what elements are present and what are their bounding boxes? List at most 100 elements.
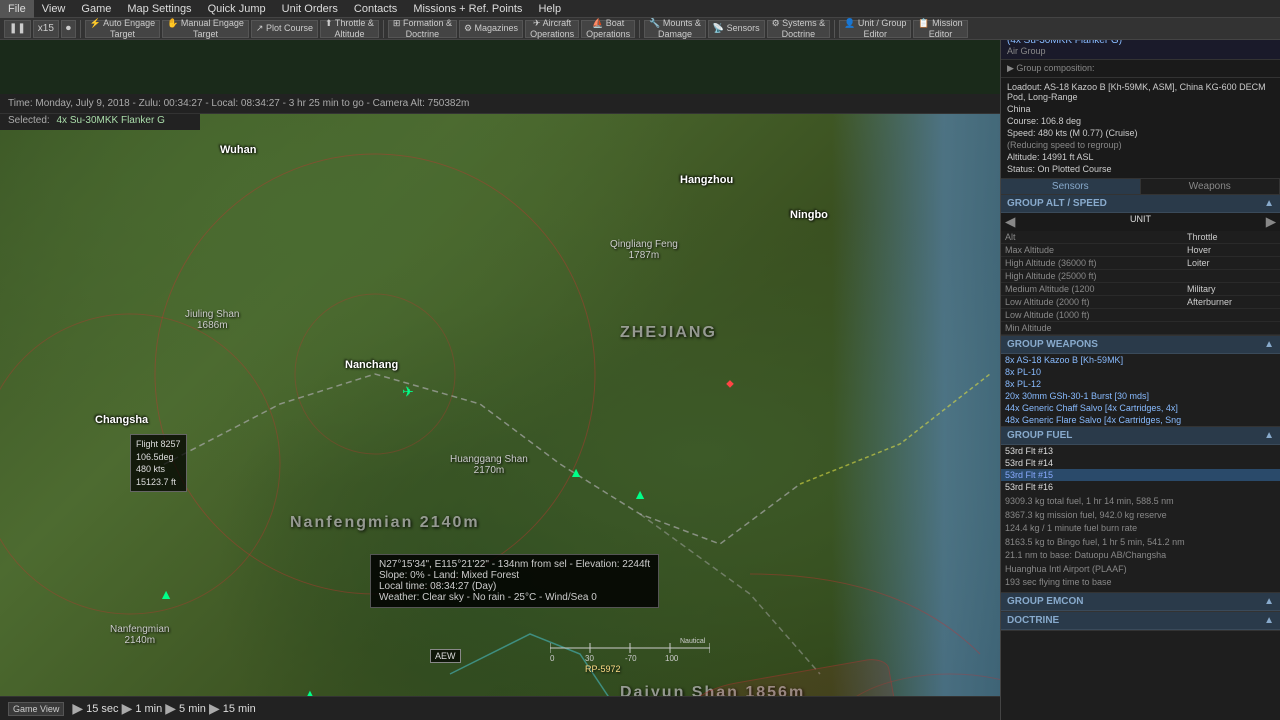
weapons-header[interactable]: GROUP WEAPONS ▲	[1001, 336, 1280, 354]
toolbar-sep-1	[80, 20, 81, 38]
unit-friendly-3[interactable]: ▲	[159, 586, 173, 602]
map-flight-speed: 480 kts	[136, 463, 181, 476]
unit-friendly-1[interactable]: ▲	[569, 464, 583, 480]
unit-hostile-1[interactable]: ◆	[726, 379, 734, 390]
formation-button[interactable]: ⊞ Formation &Doctrine	[388, 20, 457, 38]
unit-friendly-5[interactable]: ▲	[305, 689, 315, 697]
city-changsha: Changsha	[95, 414, 148, 426]
menu-file[interactable]: File	[0, 0, 34, 18]
unit-col-label: UNIT	[1130, 214, 1151, 230]
weapon-item[interactable]: 8x PL-10	[1001, 366, 1280, 378]
fuel-stats: 9309.3 kg total fuel, 1 hr 14 min, 588.5…	[1001, 493, 1280, 592]
alt-row-throttle: Afterburner	[1183, 296, 1280, 309]
auto-engage-button[interactable]: ⚡ Auto EngageTarget	[85, 20, 160, 38]
tooltip-coords: N27°15'34", E115°21'22" - 134nm from sel…	[379, 559, 650, 570]
fuel-unit-row[interactable]: 53rd Flt #16	[1001, 481, 1280, 493]
course-row: Course: 106.8 deg	[1007, 115, 1274, 127]
alt-header: Alt	[1001, 231, 1183, 244]
doctrine-header[interactable]: DOCTRINE ▲	[1001, 612, 1280, 630]
peak-huanggang: Huanggang Shan2170m	[450, 454, 528, 476]
pause-button[interactable]: ❚❚	[4, 20, 31, 38]
alt-table-row[interactable]: Low Altitude (2000 ft)Afterburner	[1001, 296, 1280, 309]
weapon-item[interactable]: 20x 30mm GSh-30-1 Burst [30 mds]	[1001, 390, 1280, 402]
aircraft-ops-button[interactable]: ✈ AircraftOperations	[525, 20, 579, 38]
throttle-button[interactable]: ⬆ Throttle &Altitude	[320, 20, 379, 38]
fuel-section: GROUP FUEL ▲ 53rd Flt #1353rd Flt #1453r…	[1001, 427, 1280, 593]
time-controls: ▶ 15 sec ▶ 1 min ▶ 5 min ▶ 15 min	[72, 700, 255, 717]
alt-table-row[interactable]: Max AltitudeHover	[1001, 244, 1280, 257]
play-1min-button[interactable]: ▶	[122, 700, 133, 717]
menu-map-settings[interactable]: Map Settings	[119, 0, 199, 18]
record-button[interactable]: ⏺	[61, 20, 76, 38]
manual-engage-button[interactable]: ✋ Manual EngageTarget	[162, 20, 249, 38]
menu-view[interactable]: View	[34, 0, 74, 18]
loadout-row: Loadout: AS-18 Kazoo B [Kh-59MK, ASM], C…	[1007, 81, 1274, 103]
tooltip-time: Local time: 08:34:27 (Day)	[379, 581, 650, 592]
fuel-unit-row[interactable]: 53rd Flt #14	[1001, 457, 1280, 469]
peak-qingliang: Qingliang Feng1787m	[610, 239, 678, 261]
alt-table-row[interactable]: High Altitude (25000 ft)	[1001, 270, 1280, 283]
play-15min-button[interactable]: ▶	[209, 700, 220, 717]
alt-table-row[interactable]: Medium Altitude (1200Military	[1001, 283, 1280, 296]
alt-prev-button[interactable]: ◀	[1005, 214, 1015, 230]
alt-next-button[interactable]: ▶	[1266, 214, 1276, 230]
city-hangzhou: Hangzhou	[680, 174, 733, 186]
weapon-item[interactable]: 48x Generic Flare Salvo [4x Cartridges, …	[1001, 414, 1280, 426]
tab-weapons[interactable]: Weapons	[1141, 179, 1280, 194]
sensors-weapons-tabs: Sensors Weapons	[1001, 179, 1280, 195]
throttle-header: Throttle	[1183, 231, 1280, 244]
map-flight-info: Flight 8257 106.5deg 480 kts 15123.7 ft	[130, 434, 187, 492]
weapon-item[interactable]: 8x PL-12	[1001, 378, 1280, 390]
country-row: China	[1007, 103, 1274, 115]
weapons-list: 8x AS-18 Kazoo B [Kh-59MK]8x PL-108x PL-…	[1001, 354, 1280, 426]
boat-ops-button[interactable]: ⛵ BoatOperations	[581, 20, 635, 38]
alt-table-row[interactable]: Min Altitude	[1001, 322, 1280, 335]
tab-sensors[interactable]: Sensors	[1001, 179, 1141, 194]
menu-unit-orders[interactable]: Unit Orders	[274, 0, 346, 18]
alt-row-label: High Altitude (25000 ft)	[1001, 270, 1183, 283]
fuel-header[interactable]: GROUP FUEL ▲	[1001, 427, 1280, 445]
menu-game[interactable]: Game	[73, 0, 119, 18]
unit-editor-button[interactable]: 👤 Unit / GroupEditor	[839, 20, 911, 38]
alt-table-row[interactable]: High Altitude (36000 ft)Loiter	[1001, 257, 1280, 270]
weapon-item[interactable]: 8x AS-18 Kazoo B [Kh-59MK]	[1001, 354, 1280, 366]
scale-bar: 0 30 -70 100 Nautical	[550, 633, 710, 666]
fuel-unit-row[interactable]: 53rd Flt #13	[1001, 445, 1280, 457]
emcon-header[interactable]: GROUP EMCON ▲	[1001, 593, 1280, 611]
unit-friendly-2[interactable]: ▲	[633, 486, 647, 502]
fuel-title: GROUP FUEL	[1007, 430, 1072, 441]
menu-contacts[interactable]: Contacts	[346, 0, 405, 18]
alt-speed-header[interactable]: GROUP ALT / SPEED ▲	[1001, 195, 1280, 213]
doctrine-chevron: ▲	[1264, 615, 1274, 626]
play-15sec-button[interactable]: ▶	[72, 700, 83, 717]
menu-quick-jump[interactable]: Quick Jump	[200, 0, 274, 18]
game-view-button[interactable]: Game View	[8, 702, 64, 716]
city-wuhan: Wuhan	[220, 144, 256, 156]
tooltip-slope: Slope: 0% - Land: Mixed Forest	[379, 570, 650, 581]
emcon-chevron: ▲	[1264, 596, 1274, 607]
right-panel: GROUP STATUS ✕ Flight 8257 (4x Su-30MKK …	[1000, 0, 1280, 720]
status-text: Time: Monday, July 9, 2018 - Zulu: 00:34…	[8, 98, 469, 109]
sensors-button[interactable]: 📡 Sensors	[708, 20, 765, 38]
time-15sec-label: 15 sec	[86, 703, 118, 715]
menu-help[interactable]: Help	[530, 0, 569, 18]
menu-missions[interactable]: Missions + Ref. Points	[405, 0, 530, 18]
svg-text:0: 0	[550, 654, 555, 663]
alt-table-row[interactable]: Low Altitude (1000 ft)	[1001, 309, 1280, 322]
map-area[interactable]: ZHEJIANG Nanfengmian 2140m Daiyun Shan 1…	[0, 94, 1000, 696]
alt-row-label: High Altitude (36000 ft)	[1001, 257, 1183, 270]
weapon-item[interactable]: 44x Generic Chaff Salvo [4x Cartridges, …	[1001, 402, 1280, 414]
fuel-unit-row[interactable]: 53rd Flt #15	[1001, 469, 1280, 481]
systems-button[interactable]: ⚙ Systems &Doctrine	[767, 20, 831, 38]
play-5min-button[interactable]: ▶	[165, 700, 176, 717]
selected-unit: 4x Su-30MKK Flanker G	[56, 115, 164, 126]
magazines-button[interactable]: ⚙ Magazines	[459, 20, 523, 38]
mission-editor-button[interactable]: 📋 MissionEditor	[913, 20, 967, 38]
speed-note-row: (Reducing speed to regroup)	[1007, 139, 1274, 151]
plot-course-button[interactable]: ↗ Plot Course	[251, 20, 318, 38]
fuel-chevron: ▲	[1264, 430, 1274, 441]
mounts-button[interactable]: 🔧 Mounts &Damage	[644, 20, 706, 38]
unit-flight-8257[interactable]: ✈	[402, 384, 414, 401]
svg-text:-70: -70	[625, 654, 637, 663]
weapons-section: GROUP WEAPONS ▲ 8x AS-18 Kazoo B [Kh-59M…	[1001, 336, 1280, 427]
